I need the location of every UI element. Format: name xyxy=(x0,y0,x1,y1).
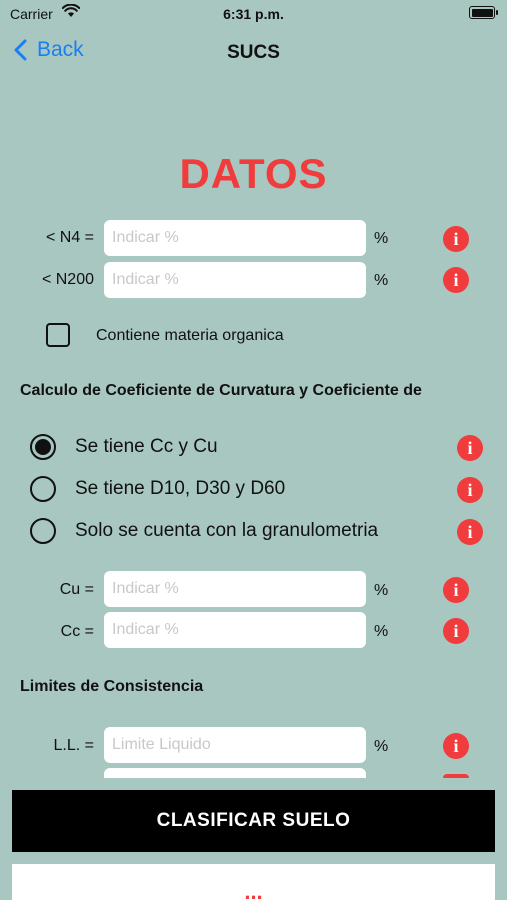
info-icon-partial[interactable] xyxy=(443,774,469,778)
section-title-curvature: Calculo de Coeficiente de Curvatura y Co… xyxy=(20,382,422,399)
organic-checkbox[interactable] xyxy=(46,323,70,347)
radio-label: Se tiene Cc y Cu xyxy=(75,436,218,457)
ll-input[interactable] xyxy=(104,727,366,763)
radio-granulometria[interactable] xyxy=(30,518,56,544)
cu-label: Cu = xyxy=(59,581,94,598)
cu-input[interactable] xyxy=(104,571,366,607)
more-button[interactable]: ... xyxy=(12,864,495,900)
cu-unit: % xyxy=(374,582,389,599)
info-icon[interactable]: i xyxy=(443,577,469,603)
info-icon[interactable]: i xyxy=(457,477,483,503)
info-icon[interactable]: i xyxy=(457,519,483,545)
ll-unit: % xyxy=(374,738,389,755)
n4-input[interactable] xyxy=(104,220,366,256)
battery-icon xyxy=(469,6,498,19)
radio-d10-d30-d60[interactable] xyxy=(30,476,56,502)
classify-button[interactable]: CLASIFICAR SUELO xyxy=(12,790,495,852)
n4-label: < N4 = xyxy=(45,229,94,246)
info-icon[interactable]: i xyxy=(443,733,469,759)
info-icon[interactable]: i xyxy=(443,226,469,252)
ll-label: L.L. = xyxy=(53,737,94,754)
n200-unit: % xyxy=(374,272,389,289)
n200-input[interactable] xyxy=(104,262,366,298)
radio-label: Se tiene D10, D30 y D60 xyxy=(75,478,286,499)
n200-label: < N200 xyxy=(41,271,94,288)
cc-input[interactable] xyxy=(104,612,366,648)
section-title-limits: Limites de Consistencia xyxy=(20,678,204,695)
info-icon[interactable]: i xyxy=(443,267,469,293)
cc-unit: % xyxy=(374,623,389,640)
radio-cc-cu[interactable] xyxy=(30,434,56,460)
section-heading: DATOS xyxy=(179,150,328,197)
page-title: SUCS xyxy=(227,42,280,63)
status-bar: Carrier 6:31 p.m. xyxy=(0,0,507,30)
radio-label: Solo se cuenta con la granulometria xyxy=(75,520,379,541)
cc-label: Cc = xyxy=(60,623,94,640)
info-icon[interactable]: i xyxy=(457,435,483,461)
info-icon[interactable]: i xyxy=(443,618,469,644)
n4-unit: % xyxy=(374,230,389,247)
organic-label: Contiene materia organica xyxy=(96,327,284,344)
lp-input-partial[interactable] xyxy=(104,768,366,778)
clock: 6:31 p.m. xyxy=(223,6,284,22)
